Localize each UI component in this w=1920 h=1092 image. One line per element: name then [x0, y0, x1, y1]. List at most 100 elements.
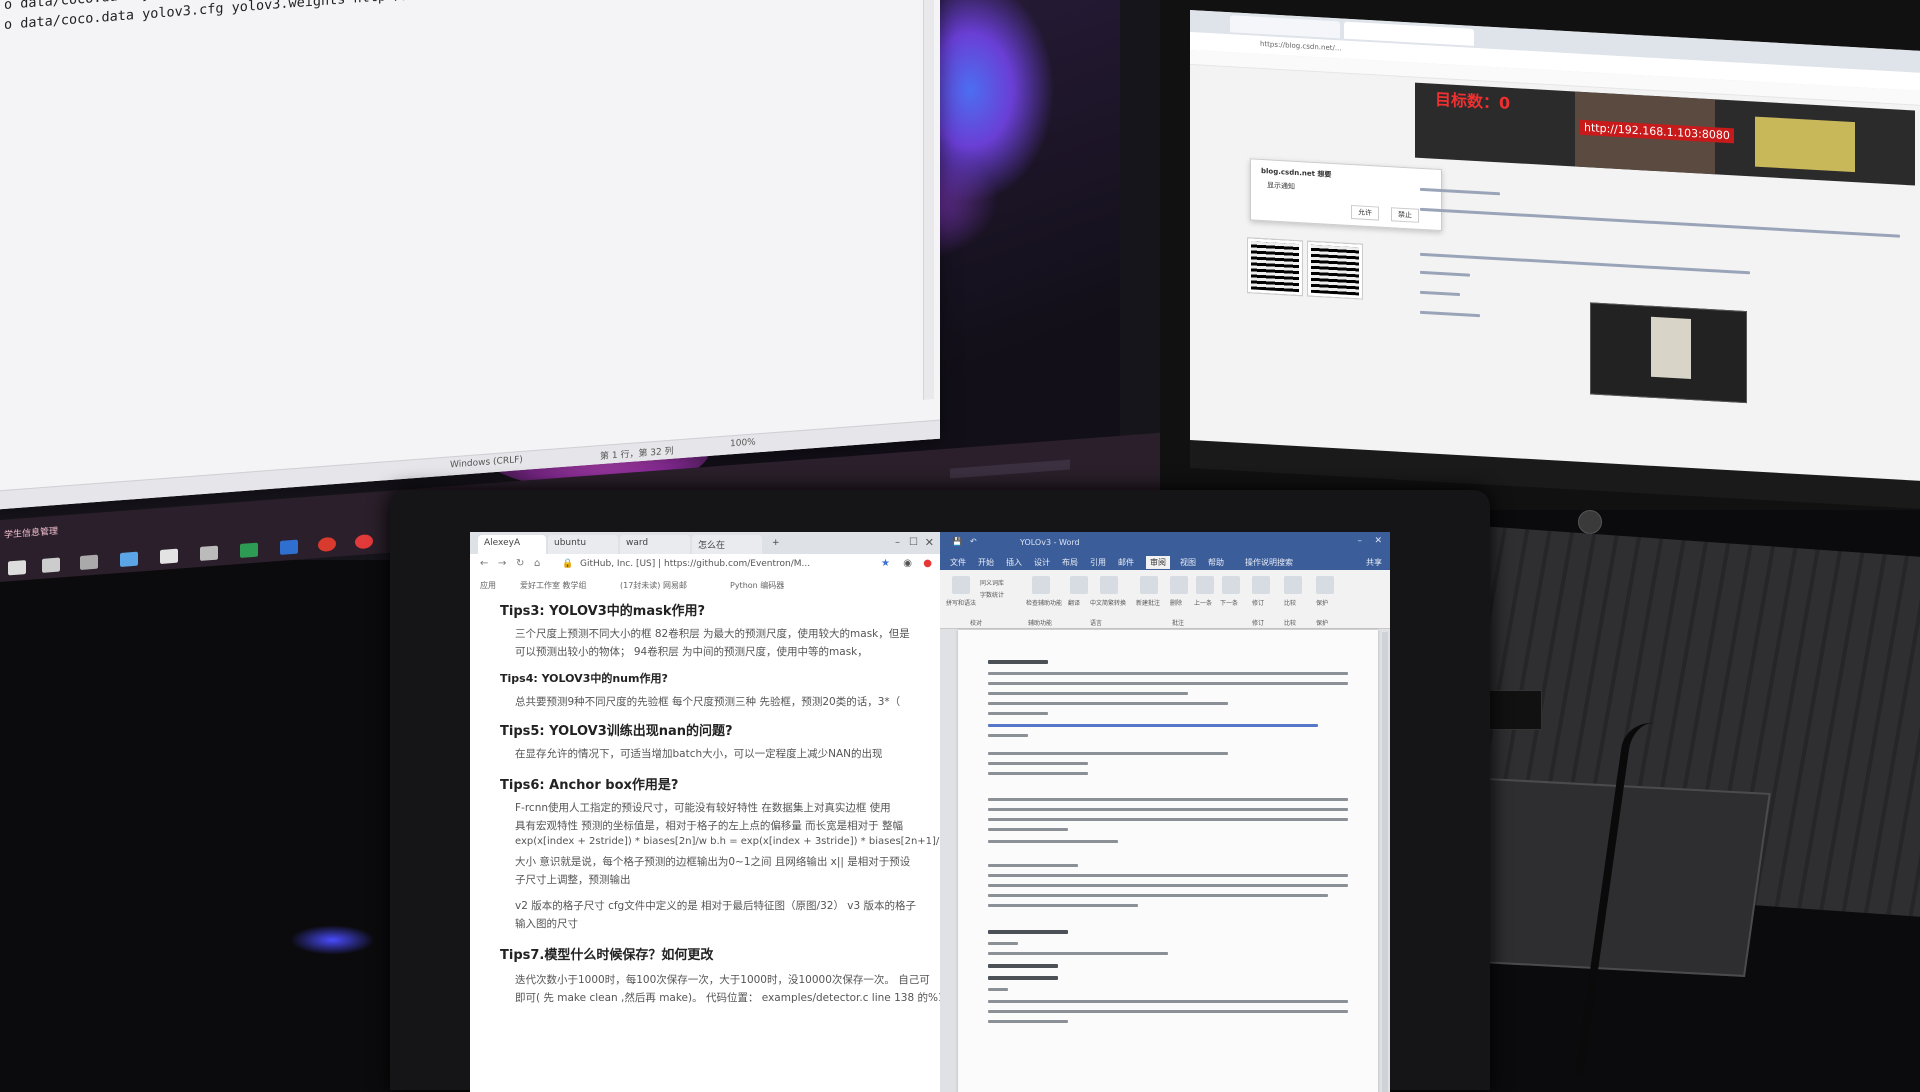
monitor-power-button[interactable]	[1578, 510, 1602, 534]
menu-design[interactable]: 设计	[1034, 557, 1050, 568]
doc-text-line	[988, 672, 1348, 675]
tab-ubuntu[interactable]: ubuntu	[548, 535, 618, 554]
tip-title: Tips4: YOLOV3中的num作用?	[500, 672, 668, 685]
ribbon-label: 保护	[1316, 600, 1329, 607]
notepad-scrollbar[interactable]	[923, 0, 934, 400]
bookmark-python[interactable]: Python 编码器	[730, 580, 784, 591]
article-text-line	[1420, 207, 1900, 238]
menu-insert[interactable]: 插入	[1006, 557, 1022, 568]
tip-title: Tips7.模型什么时候保存？如何更改	[500, 948, 714, 963]
tip-text: 在显存允许的情况下，可适当增加batch大小，可以一定程度上减少NAN的出现	[515, 748, 883, 760]
account-icon[interactable]: ◉	[903, 558, 912, 569]
ribbon-label: 修订	[1252, 600, 1265, 607]
menu-home[interactable]: 开始	[978, 557, 994, 568]
doc-text-line	[988, 682, 1348, 685]
share-button[interactable]: 共享	[1366, 557, 1382, 568]
doc-text-line	[988, 988, 1008, 991]
forward-icon[interactable]: →	[498, 558, 506, 569]
save-icon[interactable]: 💾	[952, 537, 962, 546]
doc-heading-line	[988, 976, 1058, 980]
notification-permission-dialog: blog.csdn.net 想要 显示通知 允许 禁止	[1250, 158, 1442, 232]
track-changes-icon[interactable]	[1252, 576, 1270, 594]
tip-text: 输入图的尺寸	[515, 918, 578, 930]
home-icon[interactable]: ⌂	[534, 558, 540, 569]
store-icon[interactable]	[120, 551, 138, 567]
command-line-2[interactable]: o data/coco.data yolov3.cfg yolov3.weigh…	[4, 0, 784, 33]
address-bar-url[interactable]: GitHub, Inc. [US] | https://github.com/E…	[580, 559, 810, 569]
dialog-body: 显示通知	[1267, 181, 1295, 191]
status-encoding: Windows (CRLF)	[450, 454, 523, 471]
tab-ward[interactable]: ward	[620, 535, 690, 554]
extension-icon[interactable]: ●	[923, 558, 932, 569]
chinese-conversion-icon[interactable]	[1100, 576, 1118, 594]
tab-github[interactable]: AlexeyA	[478, 535, 546, 554]
delete-comment-icon[interactable]	[1170, 576, 1188, 594]
menu-review[interactable]: 审阅	[1146, 556, 1170, 569]
word-document-page[interactable]	[958, 630, 1378, 1092]
bookmark-studio[interactable]: 爱好工作室 教学组	[520, 580, 587, 591]
tip-text: v2 版本的格子尺寸 cfg文件中定义的是 相对于最后特征图（原图/32） v3…	[515, 900, 917, 912]
notepad-window[interactable]: o data/coco.data yolov3.cfg yolov3.weigh…	[0, 0, 940, 510]
document-title: YOLOv3 - Word	[1020, 538, 1080, 547]
menu-layout[interactable]: 布局	[1062, 557, 1078, 568]
minimize-icon[interactable]: –	[1358, 536, 1363, 546]
close-icon[interactable]: ✕	[1374, 536, 1382, 546]
address-bar[interactable]: ← → ↻ ⌂ 🔒 GitHub, Inc. [US] | https://gi…	[470, 554, 940, 577]
close-icon[interactable]: ✕	[925, 536, 934, 549]
task-view-icon[interactable]	[42, 557, 60, 573]
browser-tab-bar: AlexeyA ubuntu ward 怎么在 + – ☐ ✕	[470, 532, 940, 554]
ribbon-label: 检查辅助功能	[1026, 600, 1063, 607]
tab-how-to[interactable]: 怎么在	[692, 535, 762, 554]
desktop-shortcut-label[interactable]: 学生信息管理	[4, 524, 58, 541]
file-explorer-icon[interactable]	[80, 554, 98, 570]
previous-comment-icon[interactable]	[1196, 576, 1214, 594]
tell-me-search[interactable]: 操作说明搜索	[1245, 557, 1293, 568]
doc-text-line	[988, 1000, 1348, 1003]
tip-text: exp(x[index + 2stride]) * biases[2n]/w b…	[515, 836, 946, 847]
ribbon-label[interactable]: 同义词库	[980, 578, 1004, 587]
bookmark-mail[interactable]: (17封未读) 网易邮	[620, 580, 687, 591]
start-icon[interactable]	[8, 560, 26, 576]
translate-icon[interactable]	[1070, 576, 1088, 594]
menu-help[interactable]: 帮助	[1208, 557, 1224, 568]
system-tray[interactable]	[950, 459, 1070, 479]
menu-mailings[interactable]: 邮件	[1118, 557, 1134, 568]
word-scrollbar[interactable]	[1382, 632, 1388, 1092]
doc-heading-line	[988, 964, 1058, 968]
ribbon-label[interactable]: 字数统计	[980, 590, 1004, 599]
word-taskbar-icon[interactable]	[280, 539, 298, 555]
ribbon-group-label: 辅助功能	[1028, 620, 1053, 627]
chat-icon[interactable]	[200, 545, 218, 561]
next-comment-icon[interactable]	[1222, 576, 1240, 594]
protect-icon[interactable]	[1316, 576, 1334, 594]
menu-references[interactable]: 引用	[1090, 557, 1106, 568]
bookmark-apps[interactable]: 应用	[480, 580, 496, 591]
menu-file[interactable]: 文件	[950, 557, 966, 568]
qr-code-1	[1247, 237, 1303, 297]
back-icon[interactable]: ←	[480, 558, 488, 569]
star-icon[interactable]: ★	[881, 558, 890, 569]
address-bar-url[interactable]: https://blog.csdn.net/...	[1260, 40, 1342, 53]
doc-text-line	[988, 808, 1348, 811]
minimize-icon[interactable]: –	[895, 537, 900, 548]
dialog-allow-button[interactable]: 允许	[1351, 205, 1379, 221]
accessibility-check-icon[interactable]	[1032, 576, 1050, 594]
green-app-icon[interactable]	[240, 542, 258, 558]
dialog-block-button[interactable]: 禁止	[1391, 207, 1419, 223]
ribbon-label: 新建批注	[1136, 600, 1161, 607]
reload-icon[interactable]: ↻	[516, 558, 524, 569]
ribbon-label: 下一条	[1220, 600, 1239, 607]
maximize-icon[interactable]: ☐	[909, 537, 918, 548]
compare-icon[interactable]	[1284, 576, 1302, 594]
media-icon[interactable]	[318, 536, 336, 553]
new-comment-icon[interactable]	[1140, 576, 1158, 594]
menu-view[interactable]: 视图	[1180, 557, 1196, 568]
bookmark-bar: 应用 爱好工作室 教学组 (17封未读) 网易邮 Python 编码器	[470, 576, 940, 595]
doc-text-line	[988, 828, 1068, 831]
new-tab-button[interactable]: +	[766, 535, 786, 554]
ribbon-label: 删除	[1170, 600, 1183, 607]
notepad-taskbar-icon[interactable]	[160, 548, 178, 564]
spelling-grammar-icon[interactable]	[952, 576, 970, 594]
chrome-icon[interactable]	[355, 533, 373, 550]
undo-icon[interactable]: ↶	[970, 537, 977, 546]
